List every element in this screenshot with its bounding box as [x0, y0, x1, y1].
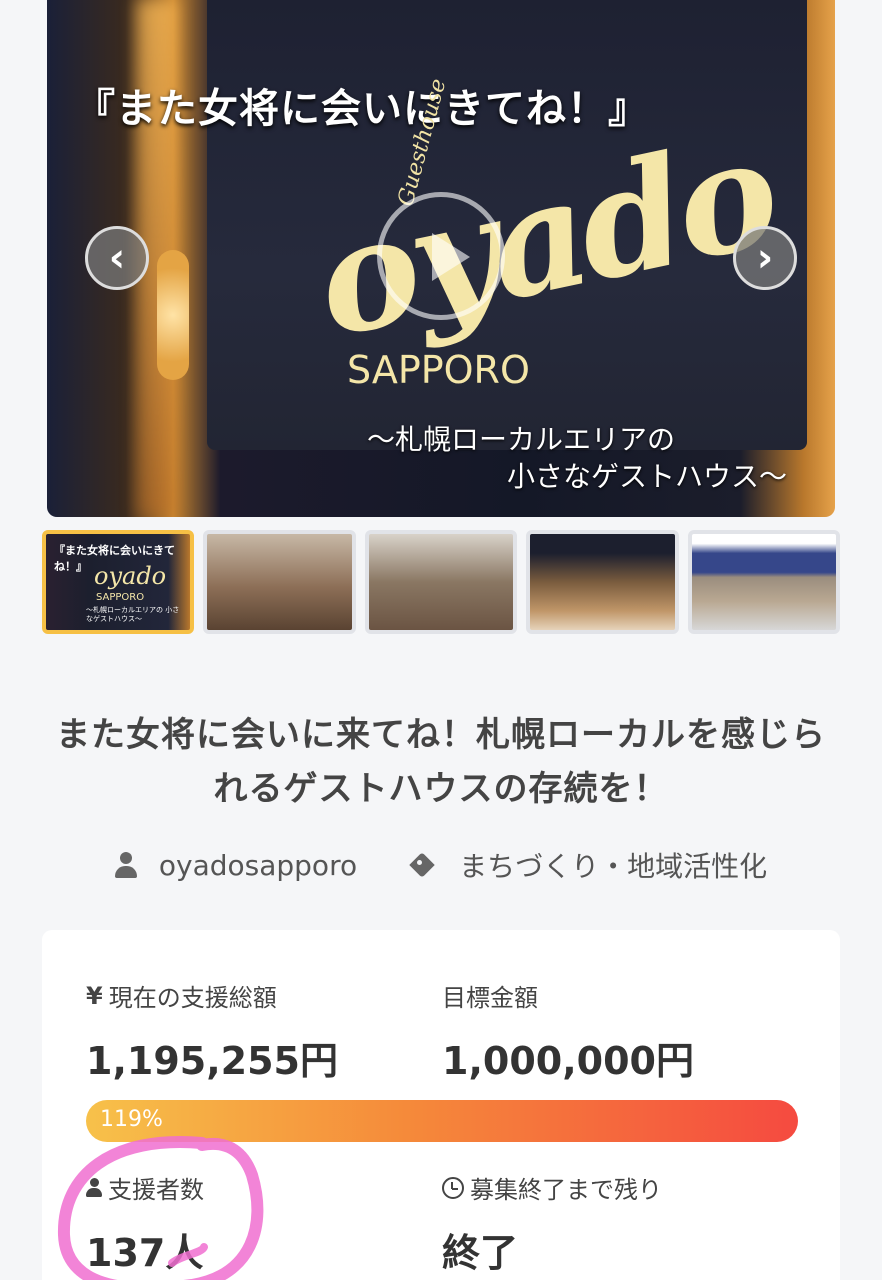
- handwritten-circle-annotation: [57, 1136, 264, 1280]
- hero-title: 『また女将に会いにきてね！』: [75, 86, 649, 132]
- goal-amount-label-text: 目標金額: [442, 984, 538, 1012]
- thumbnail-1[interactable]: 『また女将に会いにきてね！』 oyado SAPPORO 〜札幌ローカルエリアの…: [42, 530, 195, 634]
- lantern-image: [157, 250, 189, 380]
- category-name: まちづくり・地域活性化: [459, 850, 768, 883]
- current-amount-label-text: 現在の支援総額: [108, 984, 277, 1012]
- user-icon: [114, 852, 137, 878]
- owner-link[interactable]: oyadosapporo: [114, 848, 358, 882]
- hero-media[interactable]: 『また女将に会いにきてね！』 Guesthouse oyado SAPPORO …: [47, 0, 835, 517]
- remaining-label-text: 募集終了まで残り: [470, 1176, 662, 1204]
- category-link[interactable]: まちづくり・地域活性化: [411, 845, 767, 885]
- thumbnail-strip: 『また女将に会いにきてね！』 oyado SAPPORO 〜札幌ローカルエリアの…: [42, 530, 841, 636]
- project-title: また女将に会いに来てね！札幌ローカルを感じられるゲストハウスの存続を！: [56, 715, 826, 809]
- owner-name: oyadosapporo: [158, 848, 358, 882]
- thumbnail-brand: oyado: [94, 562, 167, 590]
- thumbnail-3[interactable]: [364, 530, 518, 634]
- prev-slide-button[interactable]: ‹: [85, 226, 149, 290]
- remaining-value: 終了: [442, 1231, 519, 1275]
- goal-amount-value: 1,000,000円: [442, 1039, 694, 1083]
- current-amount-value: 1,195,255円: [86, 1039, 338, 1083]
- chevron-right-icon: ›: [756, 235, 774, 281]
- yen-icon: ¥: [86, 981, 103, 1010]
- project-meta: oyadosapporo まちづくり・地域活性化: [0, 845, 882, 885]
- next-slide-button[interactable]: ›: [733, 226, 797, 290]
- thumbnail-4[interactable]: [526, 530, 679, 634]
- hero-subtitle-line1: 〜札幌ローカルエリアの: [367, 423, 676, 456]
- remaining-label: 募集終了まで残り: [442, 1170, 662, 1205]
- thumbnail-2[interactable]: [203, 530, 356, 634]
- current-amount-label: ¥ 現在の支援総額: [86, 978, 277, 1013]
- thumbnail-5[interactable]: [687, 530, 841, 634]
- chevron-left-icon: ‹: [108, 235, 126, 281]
- goal-amount-label: 目標金額: [442, 978, 538, 1013]
- play-icon[interactable]: [377, 192, 505, 320]
- hero-subtitle-line2: 小さなゲストハウス〜: [507, 460, 788, 493]
- tag-icon: [411, 854, 437, 876]
- hero-city: SAPPORO: [347, 348, 530, 392]
- clock-icon: [442, 1176, 464, 1199]
- thumbnail-city: SAPPORO: [96, 592, 145, 603]
- thumbnail-subtitle: 〜札幌ローカルエリアの 小さなゲストハウス〜: [86, 606, 180, 623]
- progress-percent: 119%: [100, 1107, 163, 1132]
